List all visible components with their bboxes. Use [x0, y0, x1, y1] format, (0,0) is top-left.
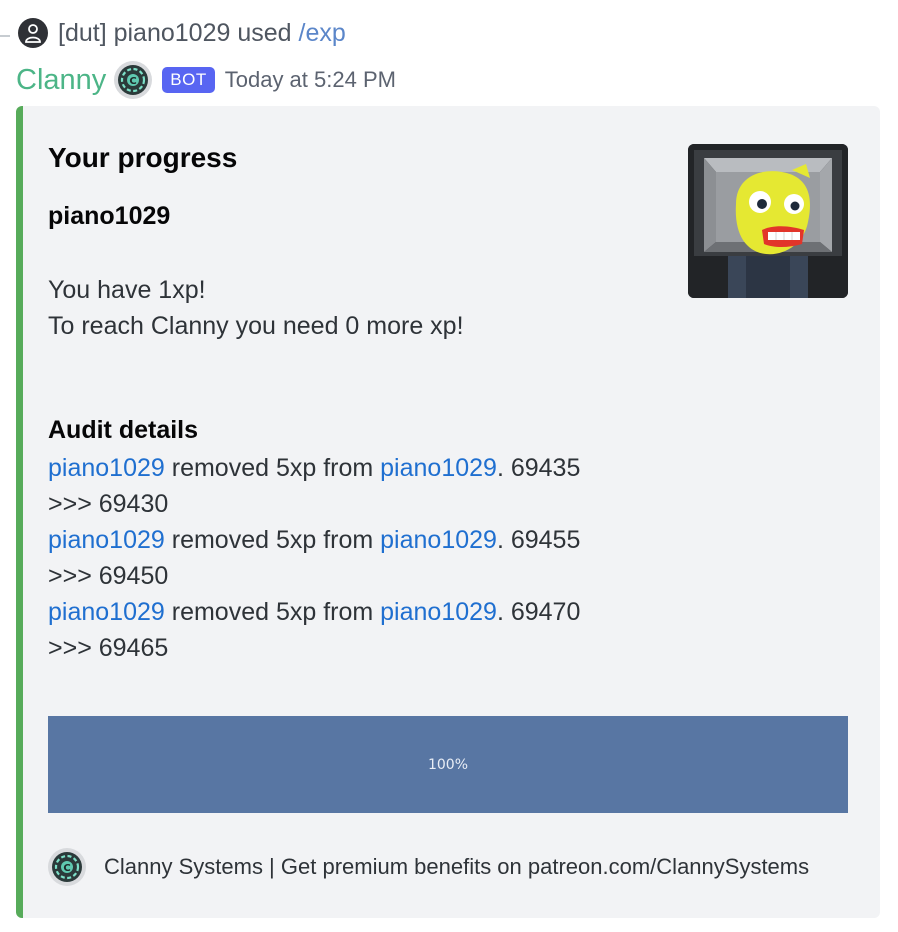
- progress-label: 100%: [427, 756, 469, 773]
- user-avatar-icon[interactable]: [18, 18, 48, 48]
- xp-needed-line: To reach Clanny you need 0 more xp!: [48, 312, 464, 340]
- clanny-logo-icon: C: [48, 848, 86, 886]
- audit-value: . 69435: [496, 454, 581, 482]
- xp-line: You have 1xp!: [48, 276, 206, 304]
- audit-list: piano1029 removed 5xp from piano1029. 69…: [48, 450, 580, 666]
- embed-title: Your progress: [48, 142, 238, 173]
- svg-text:C: C: [130, 76, 137, 87]
- audit-action: removed 5xp from: [164, 526, 381, 554]
- message-header: Clanny C BOT Today at 5:24 PM: [16, 60, 396, 100]
- slash-command-link[interactable]: /exp: [299, 19, 346, 48]
- audit-result: >>> 69430: [48, 490, 169, 518]
- yellow-character-thumbnail[interactable]: [688, 144, 848, 298]
- embed-description: You have 1xp! To reach Clanny you need 0…: [48, 272, 464, 344]
- audit-entry: piano1029 removed 5xp from piano1029. 69…: [48, 450, 580, 522]
- progress-bar: 100%: [48, 716, 848, 813]
- audit-target-link[interactable]: piano1029: [380, 454, 497, 482]
- audit-result: >>> 69450: [48, 562, 169, 590]
- audit-entry: piano1029 removed 5xp from piano1029. 69…: [48, 522, 580, 594]
- footer-text: Clanny Systems | Get premium benefits on…: [104, 854, 810, 879]
- audit-action: removed 5xp from: [164, 598, 381, 626]
- audit-action: removed 5xp from: [164, 454, 381, 482]
- command-reply-line: [dut] piano1029 used /exp: [0, 14, 346, 52]
- audit-user-link[interactable]: piano1029: [48, 454, 165, 482]
- bot-tag: BOT: [162, 67, 215, 93]
- audit-value: . 69455: [496, 526, 581, 554]
- audit-target-link[interactable]: piano1029: [380, 598, 497, 626]
- reply-spine: [0, 35, 10, 37]
- author-name[interactable]: Clanny: [16, 64, 106, 97]
- clanny-logo-icon[interactable]: C: [114, 61, 153, 99]
- progress-embed: Your progress piano1029 You have 1xp! To…: [16, 106, 880, 918]
- audit-user-link[interactable]: piano1029: [48, 598, 165, 626]
- audit-target-link[interactable]: piano1029: [380, 526, 497, 554]
- audit-user-link[interactable]: piano1029: [48, 526, 165, 554]
- audit-entry: piano1029 removed 5xp from piano1029. 69…: [48, 594, 580, 666]
- embed-footer: C Clanny Systems | Get premium benefits …: [48, 848, 809, 886]
- reply-text[interactable]: [dut] piano1029 used: [58, 19, 292, 48]
- embed-subtitle: piano1029: [48, 202, 171, 230]
- message-timestamp[interactable]: Today at 5:24 PM: [225, 67, 396, 93]
- svg-text:C: C: [63, 863, 70, 874]
- audit-value: . 69470: [496, 598, 581, 626]
- audit-details-heading: Audit details: [48, 416, 199, 444]
- audit-result: >>> 69465: [48, 634, 169, 662]
